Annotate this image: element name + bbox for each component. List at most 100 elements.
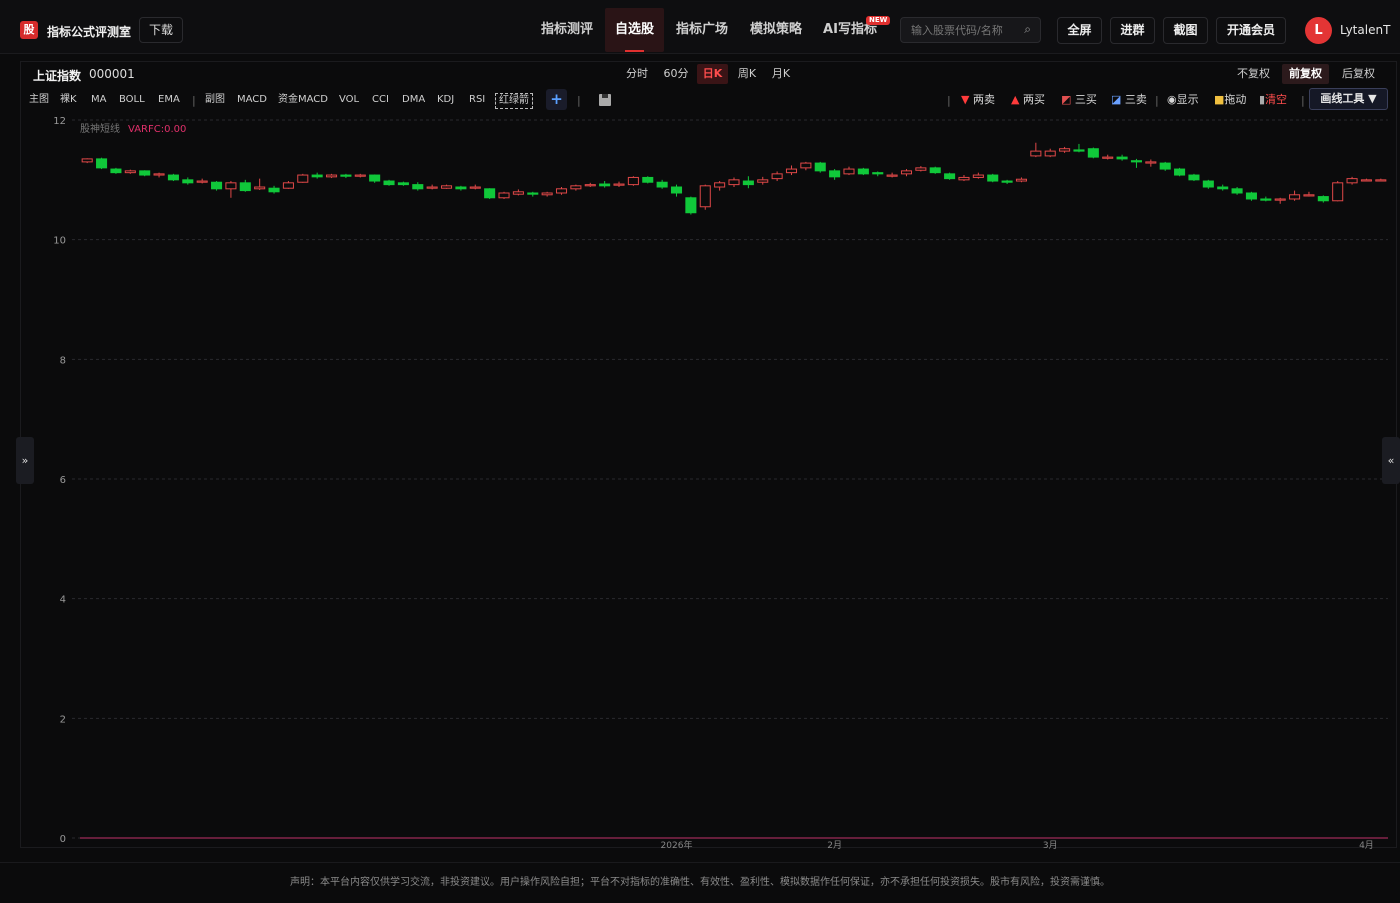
candle[interactable] <box>383 179 395 186</box>
indicator-dma[interactable]: DMA <box>402 93 425 107</box>
candle[interactable] <box>182 177 194 185</box>
save-icon[interactable] <box>599 94 611 106</box>
period-60min[interactable]: 60分 <box>660 64 692 84</box>
candle[interactable] <box>843 166 855 176</box>
candle[interactable] <box>412 182 424 191</box>
candle[interactable] <box>915 166 927 172</box>
candle[interactable] <box>81 158 93 164</box>
search-icon[interactable]: ⌕ <box>1024 22 1031 37</box>
adjust-none[interactable]: 不复权 <box>1232 64 1275 84</box>
candle[interactable] <box>1044 148 1056 158</box>
period-weekly[interactable]: 周K <box>733 64 761 84</box>
candle[interactable] <box>1346 176 1358 185</box>
indicator-ema[interactable]: EMA <box>158 93 180 107</box>
candle[interactable] <box>527 191 539 197</box>
candle[interactable] <box>886 172 898 178</box>
candle[interactable] <box>1303 191 1315 197</box>
nav-indicator-review[interactable]: 指标测评 <box>532 8 602 52</box>
candle[interactable] <box>512 189 524 196</box>
candle[interactable] <box>599 181 611 188</box>
candle[interactable] <box>642 176 654 184</box>
candle[interactable] <box>944 172 956 180</box>
candle[interactable] <box>1073 143 1085 153</box>
candle[interactable] <box>728 177 740 188</box>
candle[interactable] <box>282 181 294 189</box>
candle[interactable] <box>1188 173 1200 182</box>
indicator-ma[interactable]: MA <box>91 93 106 107</box>
candle[interactable] <box>1317 195 1329 203</box>
candle[interactable] <box>1274 197 1286 204</box>
candle[interactable] <box>900 169 913 177</box>
candle[interactable] <box>311 172 323 179</box>
candle[interactable] <box>800 161 812 171</box>
left-panel-toggle[interactable]: » <box>16 437 34 484</box>
candle[interactable] <box>714 181 726 191</box>
indicator-kdj[interactable]: KDJ <box>437 93 454 107</box>
candle[interactable] <box>153 172 165 178</box>
candle[interactable] <box>771 171 783 182</box>
nav-ai-indicator[interactable]: AI写指标 <box>815 8 885 52</box>
period-daily[interactable]: 日K <box>697 64 728 84</box>
candle[interactable] <box>1102 154 1114 160</box>
adjust-backward[interactable]: 后复权 <box>1337 64 1380 84</box>
candle[interactable] <box>742 176 754 189</box>
candle[interactable] <box>929 166 941 174</box>
candle[interactable] <box>699 184 711 210</box>
candle[interactable] <box>613 181 625 188</box>
drag-tool[interactable]: ■拖动 <box>1214 93 1246 107</box>
candle[interactable] <box>541 191 553 197</box>
candle[interactable] <box>627 176 639 186</box>
candle[interactable] <box>757 176 769 185</box>
candle[interactable] <box>584 182 596 188</box>
candle[interactable] <box>814 161 826 173</box>
candle[interactable] <box>297 173 309 183</box>
candle[interactable] <box>1217 184 1229 191</box>
clear-tool[interactable]: ▮清空 <box>1259 93 1287 107</box>
add-indicator-button[interactable]: + <box>546 89 567 110</box>
candle[interactable] <box>196 178 208 184</box>
download-button[interactable]: 下载 <box>139 17 183 43</box>
screenshot-button[interactable]: 截图 <box>1163 17 1208 44</box>
candle[interactable] <box>1116 154 1128 161</box>
three-sell-tool[interactable]: ◪ 三卖 <box>1111 93 1147 107</box>
draw-tools-dropdown[interactable]: 画线工具 ▼ <box>1309 88 1388 110</box>
show-tool[interactable]: ◉显示 <box>1167 93 1199 107</box>
candle[interactable] <box>268 185 280 194</box>
app-logo[interactable]: 股 <box>20 21 38 39</box>
two-sell-tool[interactable]: ▼ 两卖 <box>961 93 995 107</box>
candle[interactable] <box>972 172 984 179</box>
candle[interactable] <box>1231 187 1243 195</box>
candle[interactable] <box>239 179 251 192</box>
candle[interactable] <box>484 188 496 199</box>
candle[interactable] <box>96 157 108 170</box>
membership-button[interactable]: 开通会员 <box>1216 17 1286 44</box>
candle[interactable] <box>440 184 453 189</box>
candle[interactable] <box>1145 159 1157 167</box>
candle[interactable] <box>397 181 409 186</box>
candle[interactable] <box>570 184 582 191</box>
candle[interactable] <box>139 170 151 177</box>
indicator-macd[interactable]: MACD <box>237 93 267 107</box>
candle[interactable] <box>254 178 266 191</box>
candle[interactable] <box>656 179 668 189</box>
three-buy-tool[interactable]: ◩ 三买 <box>1061 93 1097 107</box>
adjust-forward[interactable]: 前复权 <box>1282 64 1329 84</box>
fullscreen-button[interactable]: 全屏 <box>1057 17 1102 44</box>
candle[interactable] <box>958 175 970 182</box>
indicator-boll[interactable]: BOLL <box>119 93 145 107</box>
candle[interactable] <box>1202 179 1214 189</box>
candle[interactable] <box>426 184 438 190</box>
join-group-button[interactable]: 进群 <box>1110 17 1155 44</box>
candle[interactable] <box>785 165 798 176</box>
candle[interactable] <box>354 173 366 178</box>
indicator-red-green-arrow[interactable]: 红绿箭 <box>495 93 533 109</box>
period-intraday[interactable]: 分时 <box>622 64 652 84</box>
candle[interactable] <box>225 181 237 198</box>
candle[interactable] <box>1375 178 1387 182</box>
candle[interactable] <box>1130 158 1142 168</box>
username[interactable]: LytalenT <box>1340 23 1390 37</box>
candle[interactable] <box>498 191 510 199</box>
candle[interactable] <box>829 169 841 180</box>
candle[interactable] <box>1245 191 1257 201</box>
indicator-naked-k[interactable]: 裸K <box>60 93 77 107</box>
